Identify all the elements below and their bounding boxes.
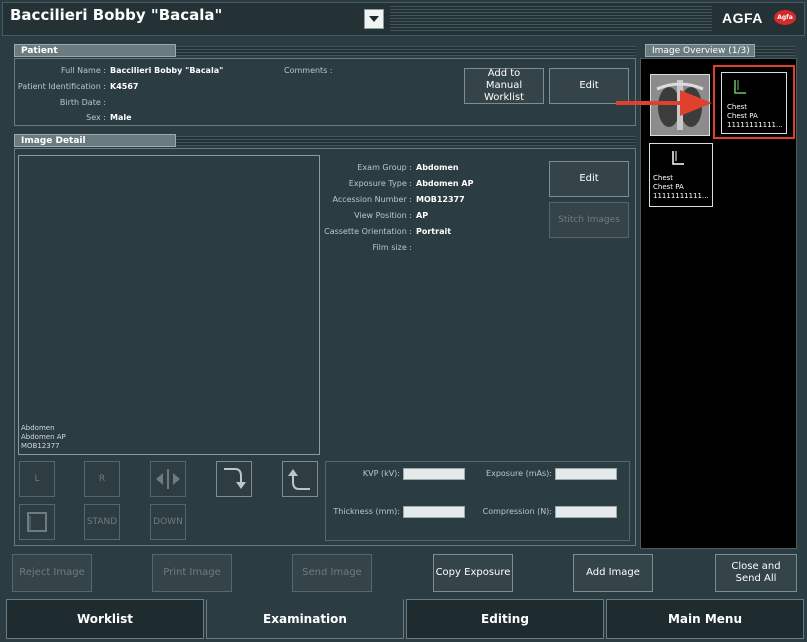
thumb-line: Chest — [653, 174, 674, 182]
down-button[interactable]: DOWN — [150, 504, 186, 540]
exposure-mas-field[interactable] — [555, 468, 617, 480]
add-to-manual-worklist-button[interactable]: Add to Manual Worklist — [464, 68, 544, 104]
shutter-icon — [27, 512, 47, 532]
overview-header: Image Overview (1/3) — [640, 44, 797, 57]
thumbnail-chest-1[interactable]: Chest Chest PA 11111111111... — [721, 72, 787, 134]
image-placeholder-icon — [734, 80, 746, 94]
thumbnail-chest-2[interactable]: Chest Chest PA 11111111111... — [649, 143, 713, 207]
accession-number-value: MOB12377 — [416, 195, 465, 204]
rotate-left-icon — [288, 469, 310, 490]
reject-image-button[interactable]: Reject Image — [12, 554, 92, 592]
preview-line: Abdomen — [21, 424, 55, 432]
image-edit-button[interactable]: Edit — [549, 161, 629, 197]
agfa-brand: AGFA — [722, 10, 763, 26]
tab-examination[interactable]: Examination — [206, 599, 404, 639]
birth-date-label: Birth Date : — [59, 98, 106, 107]
image-detail-section-header: Image Detail — [14, 134, 636, 147]
thumb-line: 11111111111... — [727, 121, 783, 129]
exposure-mas-label: Exposure (mAs): — [486, 469, 552, 478]
thumb-line: Chest PA — [653, 183, 684, 191]
tab-editing[interactable]: Editing — [406, 599, 604, 639]
thumbnail-caption: Chest Chest PA 11111111111... — [727, 103, 783, 130]
image-detail-section-title: Image Detail — [14, 134, 176, 147]
image-preview[interactable] — [18, 155, 320, 455]
preview-line: MOB12377 — [21, 442, 60, 450]
title-bar-stripes — [390, 6, 712, 32]
thumb-line: Chest — [727, 103, 748, 111]
thumb-line: Chest PA — [727, 112, 758, 120]
full-name-label: Full Name : — [60, 66, 106, 75]
full-name-value: Baccilieri Bobby "Bacala" — [110, 66, 224, 75]
overview-header-stripes — [755, 46, 795, 56]
patient-section-header: Patient — [14, 44, 636, 57]
overview-title: Image Overview (1/3) — [645, 44, 755, 57]
accession-number-label: Accession Number : — [332, 195, 413, 204]
kvp-field[interactable] — [403, 468, 465, 480]
exam-group-label: Exam Group : — [357, 163, 412, 172]
exposure-type-value: Abdomen AP — [416, 179, 474, 188]
patient-title: Baccilieri Bobby "Bacala" — [10, 6, 223, 24]
compression-field[interactable] — [555, 506, 617, 518]
film-size-label: Film size : — [372, 243, 412, 252]
stitch-images-button[interactable]: Stitch Images — [549, 202, 629, 238]
add-image-button[interactable]: Add Image — [573, 554, 653, 592]
arrow-icon — [616, 90, 712, 116]
thumb-line: 11111111111... — [653, 192, 709, 200]
shutter-button[interactable] — [19, 504, 55, 540]
patient-id-label: Patient Identification : — [17, 82, 106, 91]
flip-horizontal-icon — [156, 469, 180, 489]
flip-horizontal-button[interactable] — [150, 461, 186, 497]
patient-dropdown-button[interactable] — [364, 9, 384, 29]
patient-section-title: Patient — [14, 44, 176, 57]
thumbnail-caption: Chest Chest PA 11111111111... — [653, 174, 709, 201]
agfa-logo: Agfa — [774, 10, 796, 25]
chevron-down-icon — [369, 16, 379, 22]
mark-left-button[interactable]: L — [19, 461, 55, 497]
rotate-left-button[interactable] — [282, 461, 318, 497]
compression-label: Compression (N): — [482, 507, 552, 516]
patient-id-value: K4567 — [110, 82, 139, 91]
exposure-type-label: Exposure Type : — [348, 179, 412, 188]
stand-button[interactable]: STAND — [84, 504, 120, 540]
patient-header-stripes — [176, 46, 636, 56]
tab-worklist[interactable]: Worklist — [6, 599, 204, 639]
view-position-value: AP — [416, 211, 429, 220]
send-image-button[interactable]: Send Image — [292, 554, 372, 592]
tab-main-menu[interactable]: Main Menu — [606, 599, 804, 639]
rotate-right-button[interactable] — [216, 461, 252, 497]
cassette-orientation-value: Portrait — [416, 227, 452, 236]
view-position-label: View Position : — [354, 211, 412, 220]
sex-value: Male — [110, 113, 132, 122]
copy-exposure-button[interactable]: Copy Exposure — [433, 554, 513, 592]
image-placeholder-icon — [672, 151, 684, 165]
preview-line: Abdomen AP — [21, 433, 66, 441]
mark-right-button[interactable]: R — [84, 461, 120, 497]
rotate-right-icon — [224, 468, 246, 489]
print-image-button[interactable]: Print Image — [152, 554, 232, 592]
image-detail-header-stripes — [176, 136, 636, 146]
close-and-send-all-button[interactable]: Close and Send All — [715, 554, 797, 592]
kvp-label: KVP (kV): — [362, 469, 400, 478]
cassette-orientation-label: Cassette Orientation : — [324, 227, 412, 236]
thickness-label: Thickness (mm): — [333, 507, 400, 516]
preview-caption: Abdomen Abdomen AP MOB12377 — [21, 424, 66, 451]
sex-label: Sex : — [86, 113, 106, 122]
thickness-field[interactable] — [403, 506, 465, 518]
exam-group-value: Abdomen — [416, 163, 459, 172]
comments-label: Comments : — [284, 66, 333, 75]
